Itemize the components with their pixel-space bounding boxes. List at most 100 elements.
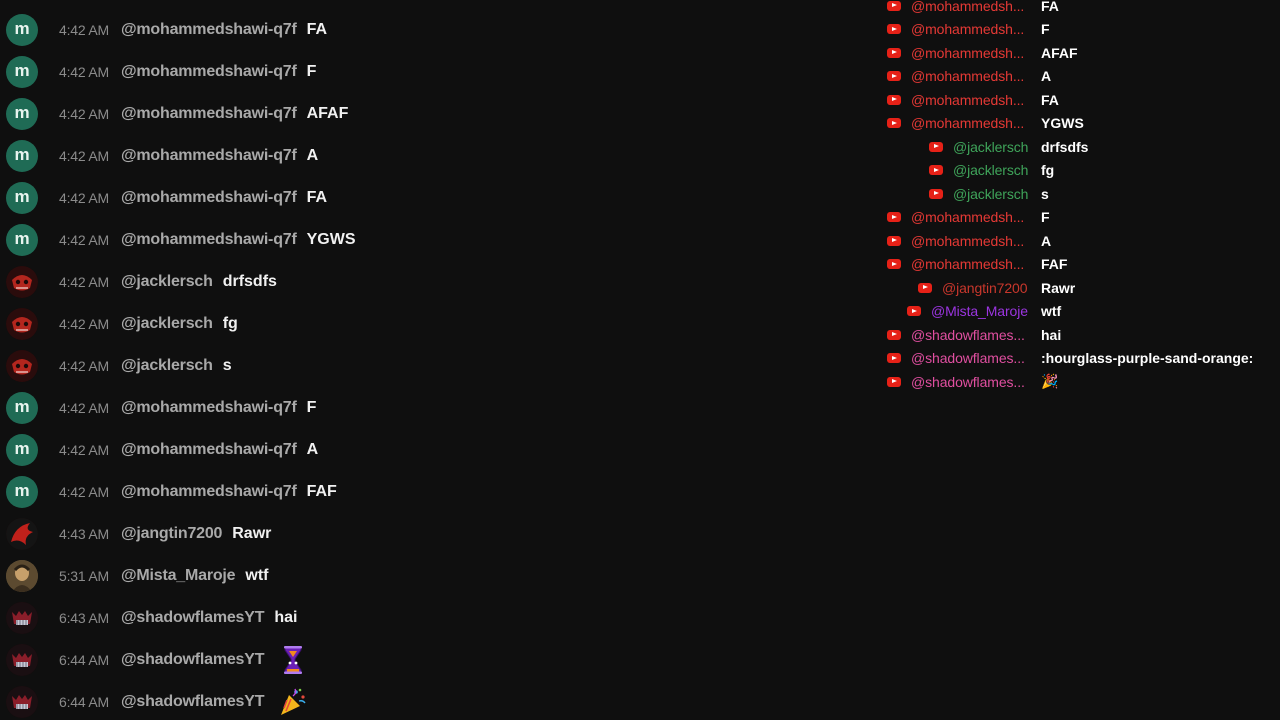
message-timestamp: 4:42 AM: [59, 148, 109, 164]
author-name[interactable]: @mohammedshawi-q7f: [121, 63, 297, 81]
demon-avatar[interactable]: [6, 644, 38, 676]
overlay-author-name: @jacklersch: [953, 162, 1029, 179]
message-text: F: [306, 399, 317, 416]
letter-m-avatar[interactable]: m: [6, 98, 38, 130]
overlay-message-text: fg: [1041, 162, 1055, 179]
message-text: FA: [306, 189, 328, 206]
message-timestamp: 4:42 AM: [59, 316, 109, 332]
youtube-icon: [887, 24, 901, 35]
chat-message: 4:42 AM @jacklersch drfsdfs: [0, 261, 860, 303]
chat-message-list: m 4:42 AM @mohammedshawi-q7f FA m 4:42 A…: [0, 9, 860, 720]
overlay-message-text: A: [1041, 232, 1052, 249]
overlay-chat-message: @mohammedsh... F: [880, 206, 1280, 230]
letter-m-avatar[interactable]: m: [6, 434, 38, 466]
youtube-icon: [887, 329, 901, 340]
message-text: A: [306, 441, 319, 458]
overlay-chat-message: @mohammedsh... FAF: [880, 253, 1280, 277]
youtube-icon: [887, 71, 901, 82]
letter-m-avatar[interactable]: m: [6, 14, 38, 46]
overlay-author-name: @jacklersch: [953, 185, 1029, 202]
youtube-icon: [887, 259, 901, 270]
photo-avatar[interactable]: [6, 560, 38, 592]
message-timestamp: 6:44 AM: [59, 652, 109, 668]
overlay-chat-message: @mohammedsh... A: [880, 229, 1280, 253]
overlay-author-name: @mohammedsh...: [911, 0, 1025, 14]
overlay-author-name: @mohammedsh...: [911, 115, 1025, 132]
red-dragon-avatar[interactable]: [6, 518, 38, 550]
letter-m-avatar[interactable]: m: [6, 140, 38, 172]
youtube-icon: [887, 94, 901, 105]
message-timestamp: 4:42 AM: [59, 484, 109, 500]
message-text: hai: [274, 609, 298, 626]
youtube-icon: [918, 282, 932, 293]
overlay-message-text: F: [1041, 209, 1050, 226]
red-mask-avatar[interactable]: [6, 350, 38, 382]
message-timestamp: 4:42 AM: [59, 64, 109, 80]
overlay-author-name: @Mista_Maroje: [931, 303, 1028, 320]
message-text: drfsdfs: [222, 273, 277, 290]
author-name[interactable]: @mohammedshawi-q7f: [121, 147, 297, 165]
youtube-icon: [887, 47, 901, 58]
author-name[interactable]: @jacklersch: [121, 273, 213, 291]
letter-m-avatar[interactable]: m: [6, 392, 38, 424]
author-name[interactable]: @mohammedshawi-q7f: [121, 231, 297, 249]
letter-m-avatar[interactable]: m: [6, 224, 38, 256]
author-name[interactable]: @mohammedshawi-q7f: [121, 189, 297, 207]
overlay-chat-message: @jacklersch s: [880, 182, 1280, 206]
overlay-chat-message: @jacklersch fg: [880, 159, 1280, 183]
youtube-icon: [929, 141, 943, 152]
overlay-author-name: @mohammedsh...: [911, 209, 1025, 226]
message-timestamp: 6:43 AM: [59, 610, 109, 626]
author-name[interactable]: @mohammedshawi-q7f: [121, 21, 297, 39]
message-timestamp: 4:42 AM: [59, 274, 109, 290]
hourglass-purple-sand-orange-icon: [278, 645, 308, 675]
author-name[interactable]: @Mista_Maroje: [121, 567, 236, 585]
letter-m-avatar[interactable]: m: [6, 56, 38, 88]
stream-chat-screen: m 4:42 AM @mohammedshawi-q7f FA m 4:42 A…: [0, 0, 1280, 720]
demon-avatar[interactable]: [6, 602, 38, 634]
letter-m-avatar[interactable]: m: [6, 182, 38, 214]
author-name[interactable]: @shadowflamesYT: [121, 693, 265, 711]
author-name[interactable]: @mohammedshawi-q7f: [121, 483, 297, 501]
message-text: A: [306, 147, 319, 164]
overlay-author-name: @shadowflames...: [911, 350, 1025, 367]
overlay-chat-message: @jacklersch drfsdfs: [880, 135, 1280, 159]
author-name[interactable]: @mohammedshawi-q7f: [121, 399, 297, 417]
youtube-icon: [887, 235, 901, 246]
overlay-message-text: s: [1041, 185, 1049, 202]
overlay-message-text: wtf: [1041, 303, 1062, 320]
message-text: FA: [306, 21, 328, 38]
message-timestamp: 4:42 AM: [59, 442, 109, 458]
youtube-icon: [929, 188, 943, 199]
overlay-chat-message: @Mista_Maroje wtf: [880, 300, 1280, 324]
overlay-message-text: hai: [1041, 326, 1062, 343]
chat-message: m 4:42 AM @mohammedshawi-q7f F: [0, 51, 860, 93]
overlay-chat-message: @mohammedsh... F: [880, 18, 1280, 42]
chat-message: 5:31 AM @Mista_Maroje wtf: [0, 555, 860, 597]
chat-message: m 4:42 AM @mohammedshawi-q7f F: [0, 387, 860, 429]
red-mask-avatar[interactable]: [6, 308, 38, 340]
author-name[interactable]: @shadowflamesYT: [121, 609, 265, 627]
red-mask-avatar[interactable]: [6, 266, 38, 298]
author-name[interactable]: @jacklersch: [121, 315, 213, 333]
letter-m-avatar[interactable]: m: [6, 476, 38, 508]
author-name[interactable]: @mohammedshawi-q7f: [121, 441, 297, 459]
chat-message: m 4:42 AM @mohammedshawi-q7f FA: [0, 177, 860, 219]
chat-message: m 4:42 AM @mohammedshawi-q7f YGWS: [0, 219, 860, 261]
message-text: YGWS: [306, 231, 356, 248]
author-name[interactable]: @mohammedshawi-q7f: [121, 105, 297, 123]
author-name[interactable]: @shadowflamesYT: [121, 651, 265, 669]
overlay-message-text: AFAF: [1041, 44, 1078, 61]
message-text: FAF: [306, 483, 337, 500]
overlay-author-name: @mohammedsh...: [911, 44, 1025, 61]
youtube-icon: [887, 353, 901, 364]
overlay-message-text: drfsdfs: [1041, 138, 1089, 155]
demon-avatar[interactable]: [6, 686, 38, 718]
overlay-author-name: @mohammedsh...: [911, 91, 1025, 108]
author-name[interactable]: @jacklersch: [121, 357, 213, 375]
overlay-message-text: 🎉: [1041, 373, 1059, 390]
youtube-icon: [907, 306, 921, 317]
overlay-chat-message: @mohammedsh... YGWS: [880, 112, 1280, 136]
author-name[interactable]: @jangtin7200: [121, 525, 222, 543]
message-text: fg: [222, 315, 238, 332]
